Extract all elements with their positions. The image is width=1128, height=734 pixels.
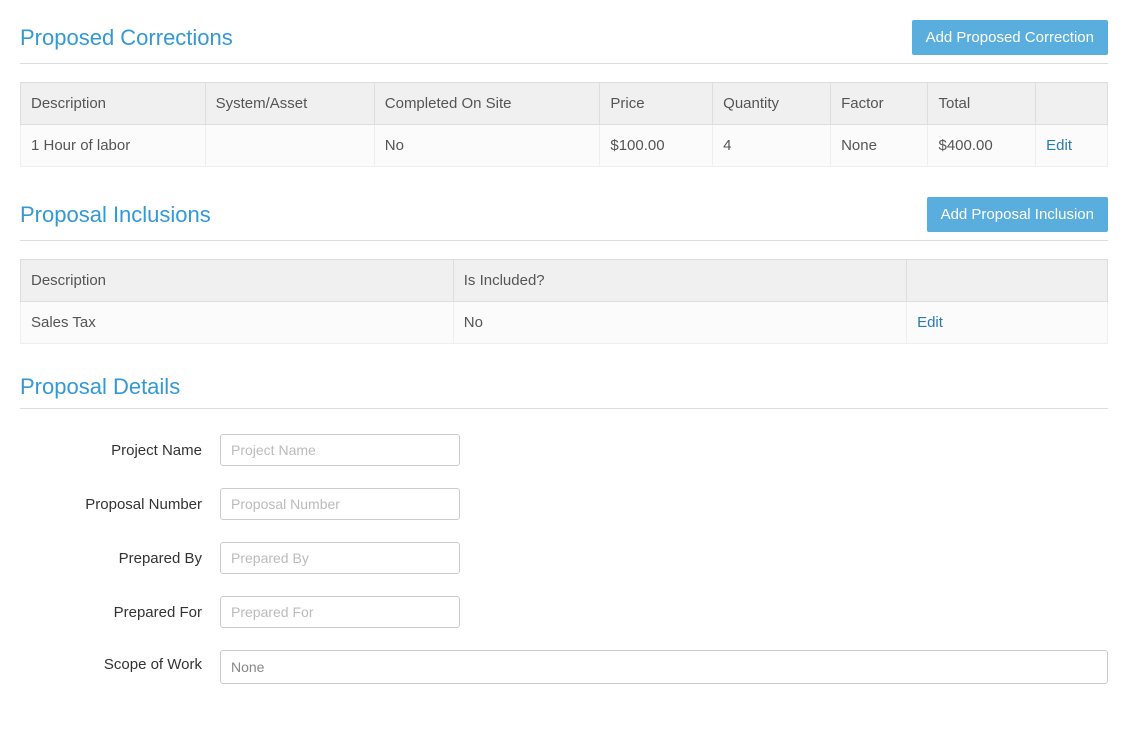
section-title: Proposal Inclusions — [20, 202, 211, 228]
add-proposal-inclusion-button[interactable]: Add Proposal Inclusion — [927, 197, 1108, 232]
proposal-details-section: Proposal Details Project Name Proposal N… — [20, 374, 1108, 684]
table-row: 1 Hour of labor No $100.00 4 None $400.0… — [21, 125, 1108, 167]
col-price: Price — [600, 83, 713, 125]
label-prepared-for: Prepared For — [20, 604, 220, 621]
add-proposed-correction-button[interactable]: Add Proposed Correction — [912, 20, 1108, 55]
section-header: Proposal Inclusions Add Proposal Inclusi… — [20, 197, 1108, 241]
col-actions — [907, 260, 1108, 302]
col-quantity: Quantity — [713, 83, 831, 125]
label-scope-of-work: Scope of Work — [20, 650, 220, 673]
cell-is-included: No — [453, 302, 906, 344]
cell-description: 1 Hour of labor — [21, 125, 206, 167]
table-header-row: Description Is Included? — [21, 260, 1108, 302]
proposal-number-input[interactable] — [220, 488, 460, 520]
cell-factor: None — [831, 125, 928, 167]
col-factor: Factor — [831, 83, 928, 125]
label-project-name: Project Name — [20, 442, 220, 459]
cell-total: $400.00 — [928, 125, 1036, 167]
section-header: Proposal Details — [20, 374, 1108, 409]
section-title: Proposed Corrections — [20, 25, 233, 51]
col-system-asset: System/Asset — [205, 83, 374, 125]
form-row-prepared-for: Prepared For — [20, 596, 1108, 628]
cell-quantity: 4 — [713, 125, 831, 167]
edit-link[interactable]: Edit — [1046, 137, 1072, 154]
label-prepared-by: Prepared By — [20, 550, 220, 567]
project-name-input[interactable] — [220, 434, 460, 466]
label-proposal-number: Proposal Number — [20, 496, 220, 513]
cell-completed: No — [374, 125, 600, 167]
col-completed: Completed On Site — [374, 83, 600, 125]
cell-price: $100.00 — [600, 125, 713, 167]
col-is-included: Is Included? — [453, 260, 906, 302]
form-row-project-name: Project Name — [20, 434, 1108, 466]
prepared-by-input[interactable] — [220, 542, 460, 574]
section-title: Proposal Details — [20, 374, 1108, 400]
scope-of-work-field[interactable]: None — [220, 650, 1108, 684]
col-description: Description — [21, 83, 206, 125]
proposed-corrections-section: Proposed Corrections Add Proposed Correc… — [20, 20, 1108, 167]
cell-system-asset — [205, 125, 374, 167]
cell-description: Sales Tax — [21, 302, 454, 344]
corrections-table: Description System/Asset Completed On Si… — [20, 82, 1108, 167]
form-row-proposal-number: Proposal Number — [20, 488, 1108, 520]
col-actions — [1036, 83, 1108, 125]
proposal-inclusions-section: Proposal Inclusions Add Proposal Inclusi… — [20, 197, 1108, 344]
table-header-row: Description System/Asset Completed On Si… — [21, 83, 1108, 125]
col-total: Total — [928, 83, 1036, 125]
edit-link[interactable]: Edit — [917, 314, 943, 331]
prepared-for-input[interactable] — [220, 596, 460, 628]
form-row-scope-of-work: Scope of Work None — [20, 650, 1108, 684]
section-header: Proposed Corrections Add Proposed Correc… — [20, 20, 1108, 64]
table-row: Sales Tax No Edit — [21, 302, 1108, 344]
inclusions-table: Description Is Included? Sales Tax No Ed… — [20, 259, 1108, 344]
col-description: Description — [21, 260, 454, 302]
form-row-prepared-by: Prepared By — [20, 542, 1108, 574]
